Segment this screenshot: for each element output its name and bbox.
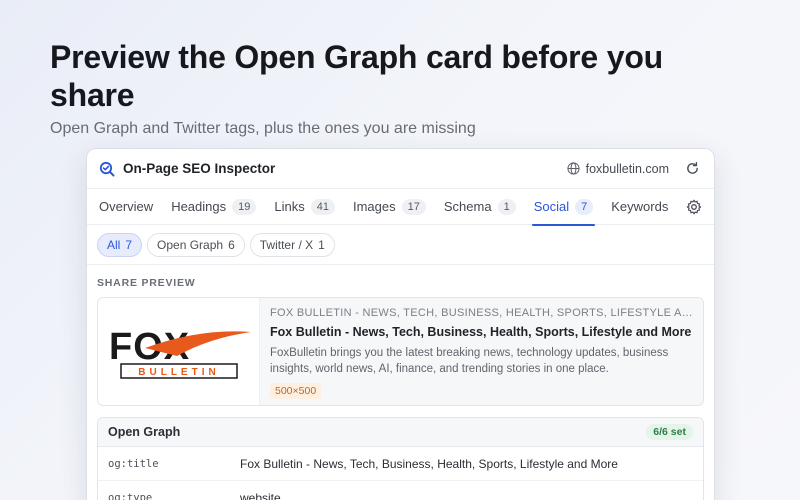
chip-label: All	[107, 237, 121, 252]
tag-value: website	[240, 490, 281, 500]
tag-key: og:type	[108, 491, 153, 500]
tab-label: Social	[533, 199, 570, 214]
extension-panel: On-Page SEO Inspector foxbulletin.com Ov…	[86, 148, 715, 500]
tab-count-badge: 41	[310, 198, 335, 215]
fox-bulletin-logo: FOX BULLETIN	[109, 326, 251, 379]
page-subheadline: Open Graph and Twitter tags, plus the on…	[50, 120, 476, 137]
tab-overview[interactable]: Overview	[99, 189, 153, 225]
status-badge: 6/6 set	[646, 424, 693, 440]
svg-text:BULLETIN: BULLETIN	[138, 367, 219, 378]
tab-count-badge: 19	[232, 198, 257, 215]
tab-keywords[interactable]: Keywords	[611, 189, 668, 225]
og-image: FOX BULLETIN	[98, 298, 260, 405]
chip-count: 1	[318, 237, 325, 252]
preview-title: Fox Bulletin - News, Tech, Business, Hea…	[270, 325, 692, 339]
open-graph-heading: Open Graph	[108, 425, 181, 439]
chip-count: 7	[125, 237, 133, 252]
tab-social[interactable]: Social 7	[531, 189, 595, 226]
tag-value: Fox Bulletin - News, Tech, Business, Hea…	[240, 456, 618, 471]
tab-headings[interactable]: Headings 19	[171, 189, 257, 225]
table-row: og:title Fox Bulletin - News, Tech, Busi…	[98, 447, 703, 481]
filter-chip-open-graph[interactable]: Open Graph 6	[147, 232, 245, 257]
tab-label: Keywords	[611, 199, 669, 214]
page-headline: Preview the Open Graph card before you s…	[50, 39, 664, 113]
tab-schema[interactable]: Schema 1	[444, 189, 516, 225]
filter-chips: All 7 Open Graph 6 Twitter / X 1	[87, 225, 714, 265]
magnifier-check-icon	[99, 161, 115, 176]
tab-bar: Overview Headings 19 Links 41 Images 17 …	[87, 189, 714, 226]
tab-label: Schema	[443, 199, 492, 214]
preview-description: FoxBulletin brings you the latest breaki…	[270, 347, 669, 375]
preview-text: FOX BULLETIN - NEWS, TECH, BUSINESS, HEA…	[260, 298, 703, 405]
tag-key: og:title	[108, 457, 159, 470]
tab-label: Images	[352, 199, 396, 214]
tab-label: Links	[274, 199, 305, 214]
open-graph-header: Open Graph 6/6 set	[98, 418, 703, 447]
tab-label: Headings	[171, 199, 227, 214]
tab-count-badge: 7	[575, 198, 594, 215]
share-preview-label: SHARE PREVIEW	[97, 277, 196, 289]
tab-count-badge: 1	[497, 198, 516, 215]
gear-icon[interactable]	[686, 199, 702, 215]
tab-links[interactable]: Links 41	[274, 189, 335, 225]
share-preview-card: FOX BULLETIN FOX BULLETIN - NEWS, TECH, …	[97, 297, 704, 406]
refresh-icon[interactable]	[685, 161, 700, 176]
filter-chip-all[interactable]: All 7	[97, 232, 143, 257]
chip-label: Twitter / X	[259, 237, 314, 252]
tab-label: Overview	[99, 199, 154, 214]
preview-site-name: FOX BULLETIN - NEWS, TECH, BUSINESS, HEA…	[270, 307, 693, 319]
current-domain: foxbulletin.com	[567, 162, 669, 176]
filter-chip-twitter[interactable]: Twitter / X 1	[249, 232, 335, 257]
table-row: og:type website	[98, 481, 703, 500]
image-size-badge: 500×500	[270, 383, 322, 399]
tab-count-badge: 17	[401, 198, 426, 215]
app-title: On-Page SEO Inspector	[123, 161, 276, 176]
tab-images[interactable]: Images 17	[353, 189, 426, 225]
chip-label: Open Graph	[157, 237, 224, 252]
chip-count: 6	[228, 237, 235, 252]
panel-header: On-Page SEO Inspector foxbulletin.com	[87, 149, 714, 189]
globe-icon	[567, 162, 580, 175]
domain-text: foxbulletin.com	[585, 161, 669, 176]
open-graph-table: Open Graph 6/6 set og:title Fox Bulletin…	[97, 417, 704, 500]
